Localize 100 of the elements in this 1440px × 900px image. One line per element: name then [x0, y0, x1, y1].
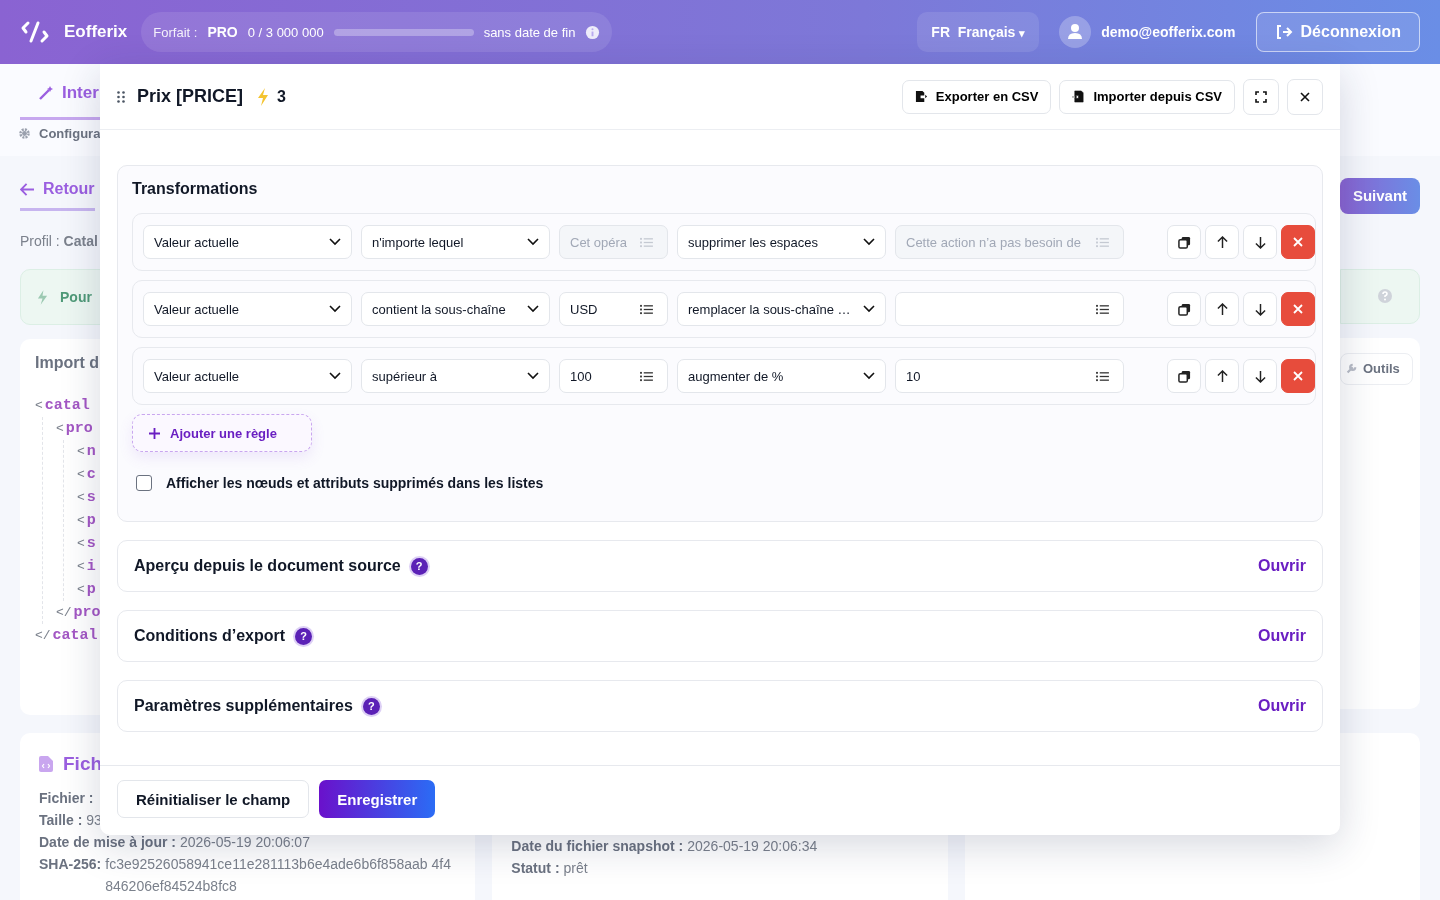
select-field[interactable]: contient la sous-chaîne — [361, 292, 550, 326]
settings-tab[interactable]: Configura — [18, 126, 101, 141]
chevron-down-icon — [863, 372, 875, 380]
plan-usage: 0 / 3 000 000 — [247, 24, 324, 40]
chevron-down-icon — [527, 372, 539, 380]
reset-button[interactable]: Réinitialiser le champ — [117, 780, 310, 818]
panel-title: Conditions d’export — [134, 627, 286, 645]
card-title: Fich — [63, 753, 103, 775]
open-link[interactable]: Ouvrir — [1258, 557, 1306, 575]
select-field[interactable]: n'importe lequel — [361, 225, 550, 259]
move-up-button[interactable] — [1205, 225, 1239, 259]
profile-text: Profil : Catal — [20, 233, 99, 249]
xml-line: <n — [77, 442, 97, 462]
export-icon — [914, 90, 928, 103]
settings-icon — [18, 127, 31, 140]
info-icon[interactable] — [585, 24, 601, 40]
avatar-icon — [1059, 16, 1092, 48]
arrow-down-icon — [1254, 235, 1266, 249]
select-field[interactable]: Valeur actuelle — [143, 359, 352, 393]
panel-title: Aperçu depuis le document source — [134, 557, 401, 575]
export-button[interactable]: Exporter en CSV — [901, 79, 1052, 114]
arrow-down-icon — [1254, 302, 1266, 316]
bolt-icon — [37, 289, 48, 305]
delete-button[interactable] — [1281, 225, 1315, 259]
arrow-down-icon — [1254, 369, 1266, 383]
info-label: SHA-256: — [39, 855, 102, 874]
logout-icon — [1274, 24, 1293, 40]
wrench-icon — [1345, 362, 1357, 375]
add-rule-button[interactable]: Ajouter une règle — [132, 414, 312, 452]
plan-expiry: sans date de fin — [483, 24, 576, 40]
list-icon[interactable] — [640, 370, 653, 382]
close-icon — [1293, 237, 1303, 247]
list-icon[interactable] — [1096, 370, 1109, 382]
info-value: fc3e92526058941ce11e281113b6e4ade6b6f858aab 4f4846206ef84524b8fc8 — [105, 855, 452, 896]
brand-name: Eofferix — [64, 22, 128, 42]
checkbox[interactable] — [136, 475, 152, 491]
xml-line: <p — [77, 511, 97, 531]
plan-label: Forfait : — [153, 24, 198, 40]
save-button[interactable]: Enregistrer — [319, 780, 436, 818]
move-down-button[interactable] — [1243, 359, 1277, 393]
info-label: Fichier : — [39, 789, 94, 808]
delete-button[interactable] — [1281, 292, 1315, 326]
move-down-button[interactable] — [1243, 225, 1277, 259]
value-field[interactable]: USD — [559, 292, 668, 326]
xml-line: <i — [77, 557, 97, 577]
list-icon[interactable] — [640, 303, 653, 315]
plus-icon — [149, 427, 160, 439]
copy-icon — [1177, 302, 1191, 316]
open-link[interactable]: Ouvrir — [1258, 697, 1306, 715]
info-label: Date du fichier snapshot : — [511, 837, 684, 856]
xml-line: <p — [77, 580, 97, 600]
info-value: prêt — [563, 859, 588, 878]
tools-button[interactable]: Outils — [1340, 352, 1413, 385]
value-field[interactable]: 100 — [559, 359, 668, 393]
import-button[interactable]: Importer depuis CSV — [1059, 79, 1235, 114]
help-badge[interactable]: ? — [295, 627, 313, 645]
value-field[interactable] — [895, 292, 1124, 326]
select-field[interactable]: remplacer la sous-chaîne … — [677, 292, 886, 326]
info-value: 2026-05-19 20:06:07 — [179, 833, 310, 852]
xml-line: <pro — [56, 419, 94, 439]
close-icon — [1293, 371, 1303, 381]
select-field[interactable]: supérieur à — [361, 359, 550, 393]
xml-line: <c — [77, 465, 97, 485]
list-icon[interactable] — [1096, 303, 1109, 315]
help-badge[interactable]: ? — [410, 557, 428, 575]
plan-name: PRO — [207, 24, 238, 40]
select-field[interactable]: Valeur actuelle — [143, 225, 352, 259]
close-icon — [1293, 304, 1303, 314]
section-title: Transformations — [132, 180, 259, 198]
select-field[interactable]: supprimer les espaces — [677, 225, 886, 259]
select-field[interactable]: augmenter de % — [677, 359, 886, 393]
xml-line: </catal — [35, 626, 99, 646]
help-badge[interactable]: ? — [362, 697, 380, 715]
chevron-down-icon — [329, 305, 341, 313]
value-field[interactable]: 10 — [895, 359, 1124, 393]
xml-line: <catal — [35, 396, 91, 416]
move-up-button[interactable] — [1205, 359, 1239, 393]
move-up-button[interactable] — [1205, 292, 1239, 326]
duplicate-button[interactable] — [1167, 292, 1201, 326]
chevron-down-icon — [863, 305, 875, 313]
fullscreen-icon — [1255, 90, 1267, 103]
delete-button[interactable] — [1281, 359, 1315, 393]
select-field[interactable]: Valeur actuelle — [143, 292, 352, 326]
alert-text: Pour — [60, 289, 92, 305]
import-icon — [1072, 90, 1086, 103]
move-down-button[interactable] — [1243, 292, 1277, 326]
next-button[interactable]: Suivant — [1340, 178, 1420, 214]
drag-handle-icon[interactable] — [117, 90, 125, 103]
duplicate-button[interactable] — [1167, 359, 1201, 393]
open-link[interactable]: Ouvrir — [1258, 627, 1306, 645]
close-button[interactable] — [1287, 78, 1323, 115]
chevron-down-icon — [329, 238, 341, 246]
duplicate-button[interactable] — [1167, 225, 1201, 259]
fullscreen-button[interactable] — [1243, 78, 1279, 115]
count-text: 3 — [277, 87, 286, 106]
panel-title: Paramètres supplémentaires — [134, 697, 353, 715]
arrow-left-icon — [20, 182, 35, 196]
magic-wand-icon — [38, 85, 54, 101]
back-link[interactable]: Retour — [20, 180, 95, 211]
arrow-up-icon — [1216, 369, 1228, 383]
